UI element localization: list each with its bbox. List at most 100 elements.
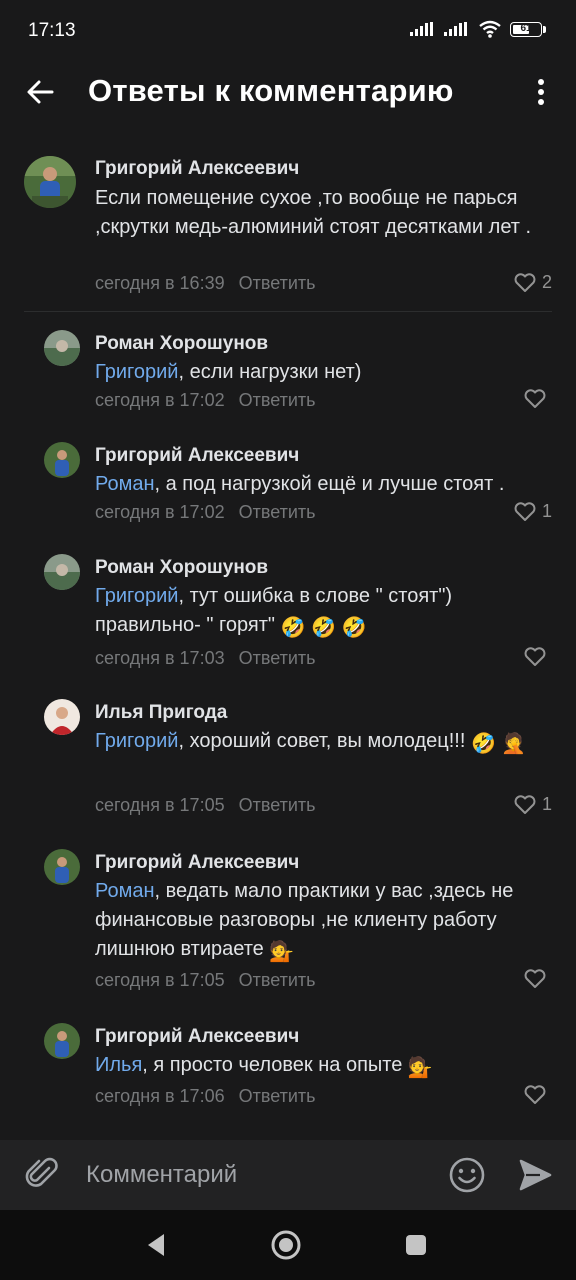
comment-author[interactable]: Илья Пригода	[95, 702, 227, 724]
comment-body: , ведать мало практики у вас ,здесь не ф…	[95, 880, 514, 960]
battery-tip	[543, 25, 546, 33]
avatar-photo-icon	[24, 156, 76, 208]
emoji-person: 💁	[407, 1057, 433, 1079]
send-button[interactable]	[514, 1154, 556, 1196]
status-bar: 17:13 61	[0, 0, 576, 64]
comment-author[interactable]: Роман Хорошунов	[95, 333, 268, 355]
avatar-photo-icon	[44, 849, 80, 885]
nav-home-button[interactable]	[268, 1227, 304, 1263]
battery-level: 61	[520, 22, 532, 34]
avatar[interactable]	[44, 849, 80, 885]
comment-text: Григорий, если нагрузки нет)	[95, 358, 535, 387]
reply-button[interactable]: Ответить	[239, 648, 316, 668]
avatar-photo-icon	[44, 442, 80, 478]
reply-button[interactable]: Ответить	[239, 970, 316, 990]
comment-meta: сегодня в 17:06 Ответить	[95, 1086, 316, 1107]
more-vertical-icon	[538, 79, 544, 105]
emoji-laughing: 🤣 🤣 🤣	[280, 617, 367, 639]
system-nav-bar	[0, 1210, 576, 1280]
emoji-person: 💁	[269, 941, 295, 963]
nav-back-button[interactable]	[138, 1227, 174, 1263]
square-recent-icon	[406, 1235, 426, 1255]
comment-meta: сегодня в 17:03 Ответить	[95, 648, 316, 669]
comment-time: сегодня в 17:02	[95, 502, 225, 522]
signal-2-icon	[444, 22, 467, 36]
comment-author[interactable]: Григорий Алексеевич	[95, 852, 299, 874]
heart-icon	[514, 794, 536, 814]
mention-link[interactable]: Григорий	[95, 361, 178, 383]
attach-button[interactable]	[22, 1154, 62, 1194]
triangle-back-icon	[148, 1234, 164, 1256]
comment-text: Роман, а под нагрузкой ещё и лучше стоят…	[95, 470, 535, 499]
mention-link[interactable]: Роман	[95, 880, 155, 902]
reply-button[interactable]: Ответить	[239, 390, 316, 410]
more-button[interactable]	[526, 72, 556, 112]
comment-meta: сегодня в 17:05 Ответить	[95, 970, 316, 991]
mention-link[interactable]: Григорий	[95, 730, 178, 752]
avatar-photo-icon	[44, 1023, 80, 1059]
reply-button[interactable]: Ответить	[239, 1086, 316, 1106]
like-count: 1	[541, 794, 552, 814]
avatar[interactable]	[44, 330, 80, 366]
heart-icon	[524, 969, 546, 988]
page-title: Ответы к комментарию	[88, 73, 454, 108]
divider	[24, 311, 552, 312]
comment-body: , я просто человек на опыте	[142, 1054, 403, 1076]
heart-icon	[524, 389, 546, 408]
avatar-photo-icon	[44, 699, 80, 735]
avatar-photo-icon	[44, 330, 80, 366]
comment-author[interactable]: Григорий Алексеевич	[95, 158, 299, 180]
mention-link[interactable]: Григорий	[95, 585, 178, 607]
comment-text: Григорий, хороший совет, вы молодец!!! 🤣…	[95, 727, 535, 759]
comment-input[interactable]	[84, 1154, 428, 1196]
avatar[interactable]	[44, 442, 80, 478]
comment-time: сегодня в 16:39	[95, 273, 225, 293]
like-count: 1	[541, 501, 552, 521]
heart-icon	[514, 501, 536, 521]
wifi-icon	[479, 20, 501, 38]
emoji-button[interactable]	[446, 1154, 488, 1196]
avatar[interactable]	[44, 1023, 80, 1059]
comment-author[interactable]: Григорий Алексеевич	[95, 1026, 299, 1048]
comment-time: сегодня в 17:02	[95, 390, 225, 410]
comment-text: Если помещение сухое ,то вообще не парьс…	[95, 187, 532, 238]
like-button[interactable]: 2	[514, 272, 552, 293]
avatar-photo-icon	[44, 554, 80, 590]
mention-link[interactable]: Илья	[95, 1054, 142, 1076]
comment-author[interactable]: Григорий Алексеевич	[95, 445, 299, 467]
nav-recent-button[interactable]	[398, 1227, 434, 1263]
like-button[interactable]: 1	[514, 501, 552, 522]
status-time: 17:13	[28, 20, 76, 41]
heart-icon	[524, 1085, 546, 1104]
comment-meta: сегодня в 17:05 Ответить	[95, 795, 316, 816]
mention-link[interactable]: Роман	[95, 473, 155, 495]
paperclip-icon	[25, 1157, 58, 1187]
comment-composer	[0, 1140, 576, 1210]
like-button[interactable]	[524, 969, 552, 989]
comment-text: Роман, ведать мало практики у вас ,здесь…	[95, 877, 535, 967]
reply-button[interactable]: Ответить	[239, 502, 316, 522]
comment-body: , если нагрузки нет)	[178, 361, 362, 383]
comment-author[interactable]: Роман Хорошунов	[95, 557, 268, 579]
heart-icon	[514, 272, 536, 292]
battery-icon: 61	[510, 21, 542, 37]
app-header: Ответы к комментарию	[0, 64, 576, 120]
back-button[interactable]	[20, 72, 60, 112]
avatar[interactable]	[44, 699, 80, 735]
avatar[interactable]	[24, 156, 76, 208]
comment-time: сегодня в 17:03	[95, 648, 225, 668]
comment-time: сегодня в 17:05	[95, 795, 225, 815]
smile-icon	[449, 1157, 485, 1193]
heart-icon	[524, 647, 546, 666]
like-button[interactable]	[524, 647, 552, 667]
comment-meta: сегодня в 16:39 Ответить	[95, 273, 316, 294]
like-button[interactable]: 1	[514, 794, 552, 815]
like-button[interactable]	[524, 1085, 552, 1105]
avatar[interactable]	[44, 554, 80, 590]
reply-button[interactable]: Ответить	[239, 795, 316, 815]
comment-time: сегодня в 17:06	[95, 1086, 225, 1106]
comments-list[interactable]: Григорий Алексеевич Если помещение сухое…	[0, 140, 576, 1140]
reply-button[interactable]: Ответить	[239, 273, 316, 293]
comment-meta: сегодня в 17:02 Ответить	[95, 502, 316, 523]
like-button[interactable]	[524, 389, 552, 409]
